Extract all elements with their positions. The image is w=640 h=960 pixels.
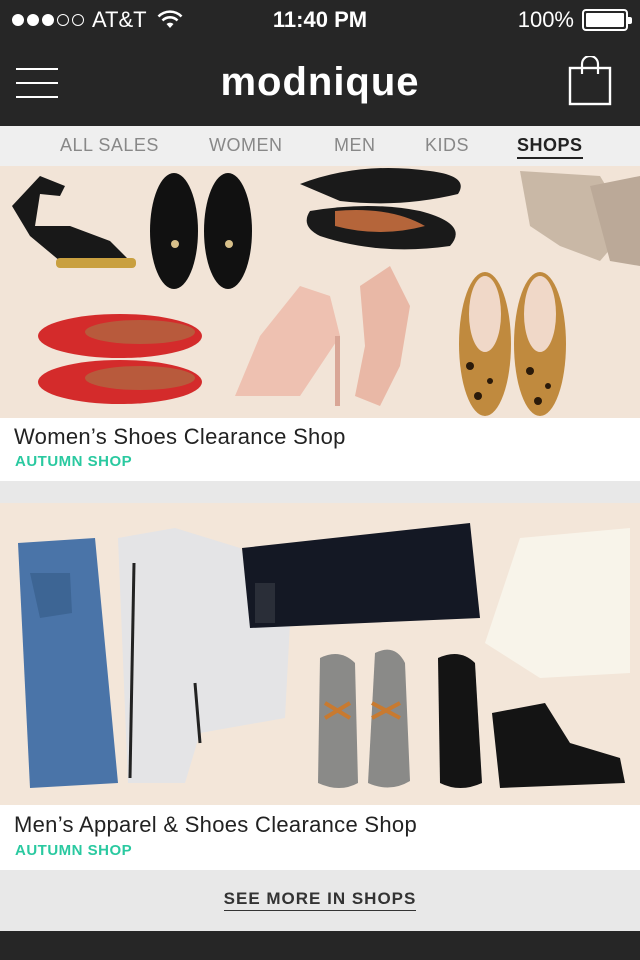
tab-men[interactable]: MEN: [334, 135, 376, 156]
mens-apparel-illustration: [0, 503, 640, 805]
see-more-in-shops-link[interactable]: SEE MORE IN SHOPS: [223, 889, 417, 911]
category-tabs: ALL SALES WOMEN MEN KIDS SHOPS: [0, 126, 640, 166]
shop-card-title: Men’s Apparel & Shoes Clearance Shop: [14, 812, 417, 837]
tab-all-sales[interactable]: ALL SALES: [60, 135, 159, 156]
battery-icon: [582, 9, 632, 31]
tab-shops[interactable]: SHOPS: [517, 135, 583, 159]
tab-kids[interactable]: KIDS: [425, 135, 469, 156]
shopping-bag-icon[interactable]: [568, 56, 612, 106]
womens-shoes-illustration: [0, 166, 640, 418]
bottom-bar: [0, 931, 640, 960]
status-right: 100%: [517, 7, 632, 33]
battery-percent: 100%: [517, 7, 574, 32]
shop-card-title: Women’s Shoes Clearance Shop: [14, 424, 346, 449]
tab-women[interactable]: WOMEN: [209, 135, 283, 156]
brand-logo[interactable]: modnique: [0, 60, 640, 105]
shop-card-mens-apparel[interactable]: Men’s Apparel & Shoes Clearance Shop AUT…: [0, 503, 640, 870]
see-more-container: SEE MORE IN SHOPS: [0, 870, 640, 930]
shop-card-womens-shoes[interactable]: Women’s Shoes Clearance Shop AUTUMN SHOP: [0, 166, 640, 481]
top-nav-bar: modnique: [0, 40, 640, 126]
shop-card-tag: AUTUMN SHOP: [15, 842, 133, 859]
shop-card-tag: AUTUMN SHOP: [15, 453, 133, 470]
mens-apparel-photo: [0, 503, 640, 805]
shops-list: Women’s Shoes Clearance Shop AUTUMN SHOP: [0, 166, 640, 931]
womens-shoes-photo: [0, 166, 640, 418]
status-bar: AT&T 11:40 PM 100%: [0, 0, 640, 40]
